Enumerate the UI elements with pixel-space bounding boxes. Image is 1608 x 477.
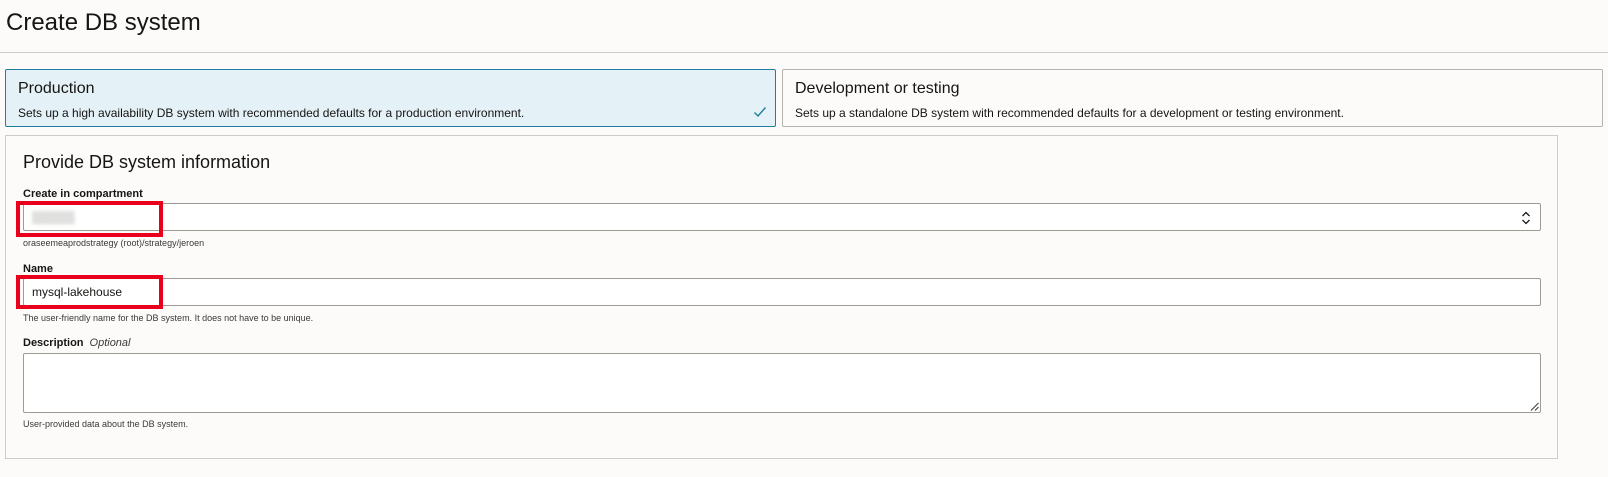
compartment-select[interactable]: ▒▒▒▒▒ — [23, 203, 1541, 231]
name-input[interactable] — [23, 278, 1541, 306]
description-helper: User-provided data about the DB system. — [23, 419, 189, 429]
production-title: Production — [18, 80, 95, 97]
development-title: Development or testing — [795, 80, 960, 97]
page-title: Create DB system — [6, 9, 201, 36]
description-label: Description — [23, 337, 84, 349]
development-description: Sets up a standalone DB system with reco… — [795, 106, 1344, 120]
production-option-card[interactable]: Production Sets up a high availability D… — [5, 69, 776, 127]
configuration-options: Production Sets up a high availability D… — [5, 69, 1603, 129]
section-title: Provide DB system information — [23, 152, 271, 172]
create-db-system-page: Create DB system Production Sets up a hi… — [0, 0, 1608, 477]
compartment-value: ▒▒▒▒▒ — [32, 210, 75, 224]
resize-handle-icon[interactable] — [1530, 402, 1539, 411]
development-option-card[interactable]: Development or testing Sets up a standal… — [782, 69, 1603, 127]
db-system-info-panel: Provide DB system information Create in … — [5, 135, 1558, 459]
chevron-up-down-icon — [1522, 211, 1530, 225]
compartment-label: Create in compartment — [23, 188, 143, 200]
description-textarea[interactable] — [23, 353, 1541, 413]
page-header: Create DB system — [0, 0, 1608, 53]
description-label-group: Description Optional — [23, 337, 131, 349]
compartment-path: oraseemeaprodstrategy (root)/strategy/je… — [23, 238, 205, 248]
production-description: Sets up a high availability DB system wi… — [18, 106, 525, 120]
check-icon — [754, 107, 767, 118]
name-label: Name — [23, 263, 53, 275]
name-helper: The user-friendly name for the DB system… — [23, 313, 314, 323]
optional-label: Optional — [89, 337, 131, 349]
